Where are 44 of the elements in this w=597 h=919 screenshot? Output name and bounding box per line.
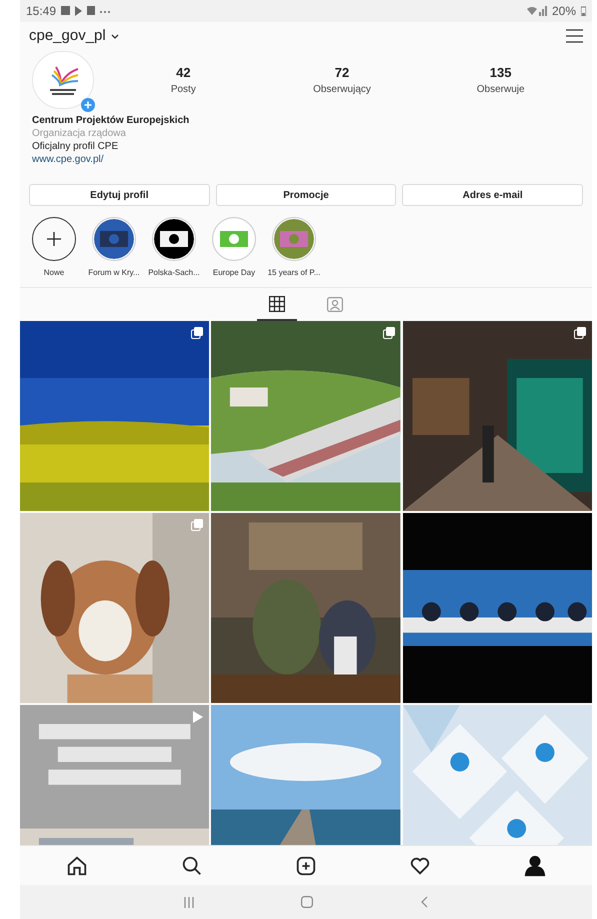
website-link[interactable]: www.cpe.gov.pl/: [32, 153, 580, 166]
profile-action-button[interactable]: Adres e-mail: [402, 184, 584, 206]
battery-level: 20%: [552, 3, 576, 20]
highlight-label: 15 years of P...: [268, 267, 320, 279]
profile-bio: Oficjalny profil CPE: [32, 140, 120, 153]
back-icon[interactable]: [421, 896, 428, 908]
stat-label[interactable]: Obserwuje: [476, 82, 525, 98]
account-switcher[interactable]: cpe_gov_pl: [29, 24, 119, 48]
stat-label[interactable]: Posty: [170, 82, 196, 98]
multiple-photos-icon: [382, 327, 395, 339]
highlight-label: Europe Day: [212, 267, 256, 279]
stat-count: 42: [176, 64, 191, 82]
multiple-photos-icon: [191, 327, 204, 339]
heart-icon: [409, 854, 432, 876]
highlight-label: Forum w Kry...: [88, 267, 140, 279]
grid-icon: [269, 296, 285, 312]
menu-icon[interactable]: [566, 29, 583, 43]
notification-icons: [61, 6, 112, 16]
stat-count: 72: [334, 64, 350, 82]
add-story-icon[interactable]: [81, 98, 95, 112]
person-icon: [524, 854, 546, 876]
multiple-photos-icon: [191, 519, 204, 531]
signal-icon: [526, 6, 547, 16]
profile-action-button[interactable]: Edytuj profil: [29, 184, 210, 206]
home-button-icon[interactable]: [301, 896, 314, 908]
stat-count: 135: [490, 64, 512, 82]
profile-action-button[interactable]: Promocje: [216, 184, 396, 206]
tagged-person-icon: [327, 296, 343, 312]
search-icon: [180, 854, 203, 876]
highlight-label: Nowe: [44, 267, 64, 279]
battery-icon: [581, 6, 586, 16]
add-post-icon: [294, 854, 317, 876]
profile-name: Centrum Projektów Europejskich: [32, 114, 190, 127]
home-icon: [66, 854, 88, 876]
recent-apps-icon[interactable]: [184, 896, 194, 908]
play-icon: [192, 711, 204, 723]
plus-icon: [47, 232, 61, 246]
profile-category: Organizacja rządowa: [32, 127, 127, 140]
chevron-down-icon: [110, 34, 119, 38]
highlight-label: Polska-Sach...: [148, 267, 200, 279]
status-time: 15:49: [26, 3, 56, 20]
profile-avatar[interactable]: [32, 51, 94, 109]
multiple-photos-icon: [574, 327, 586, 339]
stat-label[interactable]: Obserwujący: [313, 82, 371, 98]
